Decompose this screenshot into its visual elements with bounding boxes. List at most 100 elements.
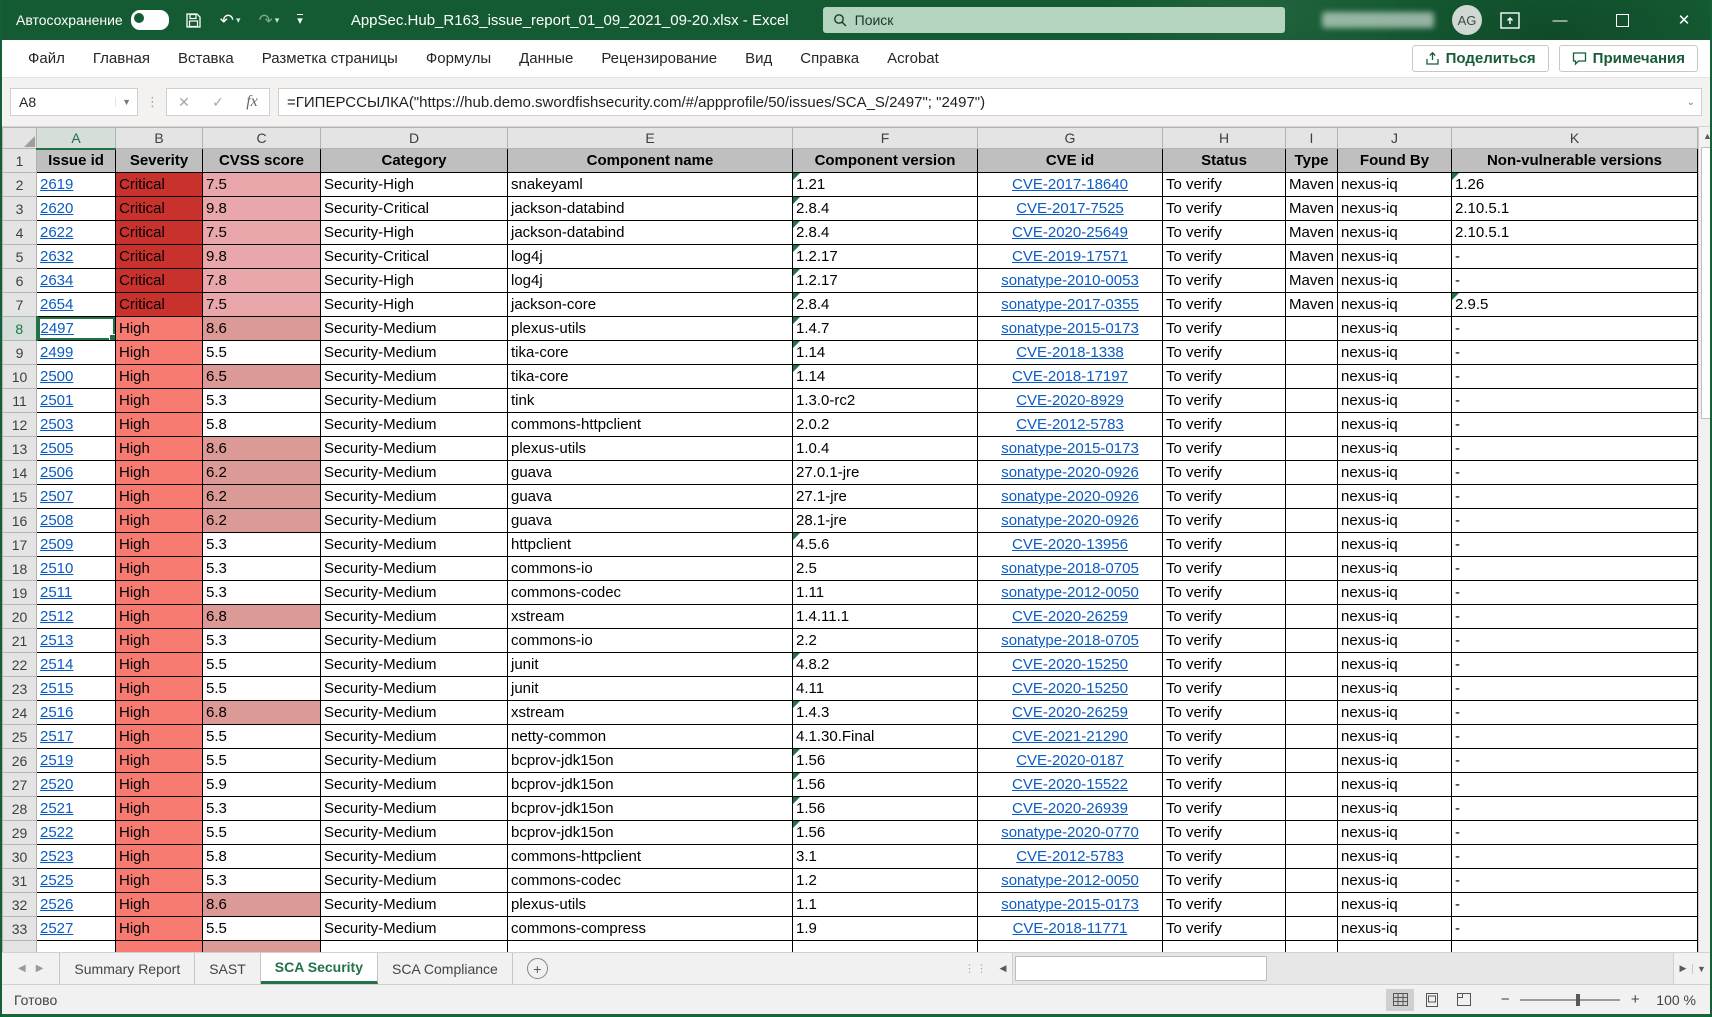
cell-non-vulnerable-versions[interactable]: - <box>1452 317 1698 341</box>
cell-component-name[interactable]: plexus-utils <box>508 437 793 461</box>
cell-non-vulnerable-versions[interactable]: - <box>1452 845 1698 869</box>
cell-issue-id[interactable]: 2514 <box>37 653 116 677</box>
cell-component-version[interactable]: 1.0.4 <box>793 437 978 461</box>
cell-found-by[interactable]: nexus-iq <box>1338 173 1452 197</box>
formula-bar-expand-icon[interactable]: ⌄ <box>1681 97 1701 108</box>
cell-component-name[interactable]: guava <box>508 485 793 509</box>
cell-issue-id[interactable]: 2507 <box>37 485 116 509</box>
cell-category[interactable]: Security-High <box>321 173 508 197</box>
cell-severity[interactable]: High <box>116 413 203 437</box>
cell-type[interactable] <box>1286 725 1338 749</box>
cell-component-version[interactable]: 1.56 <box>793 821 978 845</box>
cell-status[interactable]: To verify <box>1163 509 1286 533</box>
cell-status[interactable]: To verify <box>1163 845 1286 869</box>
cell-non-vulnerable-versions[interactable]: - <box>1452 341 1698 365</box>
cell-severity[interactable]: High <box>116 701 203 725</box>
cell-cvss-score[interactable]: 6.2 <box>203 485 321 509</box>
cell-cve-id[interactable]: CVE-2020-15522 <box>978 773 1163 797</box>
share-button[interactable]: Поделиться <box>1412 45 1549 72</box>
cell-status[interactable]: To verify <box>1163 269 1286 293</box>
close-button[interactable]: ✕ <box>1662 0 1706 40</box>
cell-type[interactable] <box>1286 389 1338 413</box>
row-header-3[interactable]: 3 <box>3 197 37 221</box>
cell-severity[interactable]: Critical <box>116 269 203 293</box>
cell-type[interactable] <box>1286 845 1338 869</box>
cell-non-vulnerable-versions[interactable]: - <box>1452 701 1698 725</box>
cell-category[interactable]: Security-High <box>321 221 508 245</box>
issue-id-link[interactable]: 2525 <box>40 872 73 889</box>
cell-found-by[interactable]: nexus-iq <box>1338 485 1452 509</box>
cell-found-by[interactable]: nexus-iq <box>1338 269 1452 293</box>
cell-found-by[interactable]: nexus-iq <box>1338 869 1452 893</box>
cell-issue-id[interactable]: 2516 <box>37 701 116 725</box>
cell-category[interactable]: Security-Medium <box>321 317 508 341</box>
cell-component-name[interactable]: plexus-utils <box>508 893 793 917</box>
cell-category[interactable]: Security-Medium <box>321 365 508 389</box>
cell-component-version[interactable]: 1.4.11.1 <box>793 605 978 629</box>
maximize-button[interactable] <box>1600 0 1644 40</box>
cell-component-version[interactable]: 4.5.6 <box>793 533 978 557</box>
cell-non-vulnerable-versions[interactable]: - <box>1452 605 1698 629</box>
cell-component-name[interactable]: bcprov-jdk15on <box>508 821 793 845</box>
cve-id-link[interactable]: CVE-2021-21290 <box>1012 728 1128 745</box>
cell-status[interactable]: To verify <box>1163 485 1286 509</box>
cell-cvss-score[interactable]: 5.5 <box>203 725 321 749</box>
cell-cvss-score[interactable]: 5.3 <box>203 581 321 605</box>
cell-component-name[interactable]: commons-compress <box>508 917 793 941</box>
cell-cvss-score[interactable]: 6.8 <box>203 605 321 629</box>
cell-category[interactable]: Security-Medium <box>321 797 508 821</box>
cell-component-name[interactable]: bcprov-jdk15on <box>508 773 793 797</box>
cell-type[interactable]: Maven <box>1286 269 1338 293</box>
sheet-nav-left-icon[interactable]: ◀ <box>18 963 26 974</box>
cell-type[interactable] <box>1286 365 1338 389</box>
cell-issue-id[interactable]: 2632 <box>37 245 116 269</box>
cve-id-link[interactable]: CVE-2020-15250 <box>1012 680 1128 697</box>
cell-cvss-score[interactable]: 5.3 <box>203 629 321 653</box>
column-header-C[interactable]: C <box>203 128 321 149</box>
cell-issue-id[interactable]: 2526 <box>37 893 116 917</box>
cell-cve-id[interactable]: sonatype-2020-0926 <box>978 485 1163 509</box>
row-header-6[interactable]: 6 <box>3 269 37 293</box>
cell-severity[interactable]: High <box>116 341 203 365</box>
cell-issue-id[interactable]: 2520 <box>37 773 116 797</box>
cell-component-name[interactable]: xstream <box>508 605 793 629</box>
cell-type[interactable]: Maven <box>1286 245 1338 269</box>
cell-type[interactable] <box>1286 557 1338 581</box>
column-header-A[interactable]: A <box>37 128 116 149</box>
cell-type[interactable] <box>1286 341 1338 365</box>
cve-id-link[interactable]: CVE-2020-15250 <box>1012 656 1128 673</box>
cell-issue-id[interactable]: 2522 <box>37 821 116 845</box>
cell-status[interactable]: To verify <box>1163 533 1286 557</box>
cell-found-by[interactable]: nexus-iq <box>1338 245 1452 269</box>
row-header-27[interactable]: 27 <box>3 773 37 797</box>
cell-component-version[interactable]: 27.1-jre <box>793 485 978 509</box>
issue-id-link[interactable]: 2517 <box>40 728 73 745</box>
cell-cve-id[interactable]: sonatype-2018-0705 <box>978 629 1163 653</box>
cell-component-name[interactable] <box>508 941 793 953</box>
cell-status[interactable]: To verify <box>1163 677 1286 701</box>
cell-component-version[interactable]: 1.1 <box>793 893 978 917</box>
cell-non-vulnerable-versions[interactable]: 2.10.5.1 <box>1452 221 1698 245</box>
cell-cvss-score[interactable]: 7.5 <box>203 221 321 245</box>
cell-cvss-score[interactable]: 5.5 <box>203 653 321 677</box>
cell-cvss-score[interactable] <box>203 941 321 953</box>
issue-id-link[interactable]: 2632 <box>40 248 73 265</box>
cell-component-version[interactable]: 1.3.0-rc2 <box>793 389 978 413</box>
zoom-in-icon[interactable]: + <box>1628 991 1642 1008</box>
cell-found-by[interactable]: nexus-iq <box>1338 797 1452 821</box>
table-header-8[interactable]: Type <box>1286 149 1338 173</box>
cell-severity[interactable]: High <box>116 533 203 557</box>
cell-component-name[interactable]: httpclient <box>508 533 793 557</box>
cell-found-by[interactable]: nexus-iq <box>1338 461 1452 485</box>
comments-button[interactable]: Примечания <box>1559 45 1698 72</box>
cell-status[interactable]: To verify <box>1163 293 1286 317</box>
issue-id-link[interactable]: 2527 <box>40 920 73 937</box>
cell-component-name[interactable]: snakeyaml <box>508 173 793 197</box>
cell-type[interactable] <box>1286 653 1338 677</box>
cell-status[interactable]: To verify <box>1163 893 1286 917</box>
cell-component-name[interactable]: netty-common <box>508 725 793 749</box>
ribbon-display-options-icon[interactable] <box>1500 12 1520 29</box>
cve-id-link[interactable]: sonatype-2018-0705 <box>1001 632 1139 649</box>
cell-cve-id[interactable]: sonatype-2018-0705 <box>978 557 1163 581</box>
cell-cve-id[interactable]: CVE-2019-17571 <box>978 245 1163 269</box>
